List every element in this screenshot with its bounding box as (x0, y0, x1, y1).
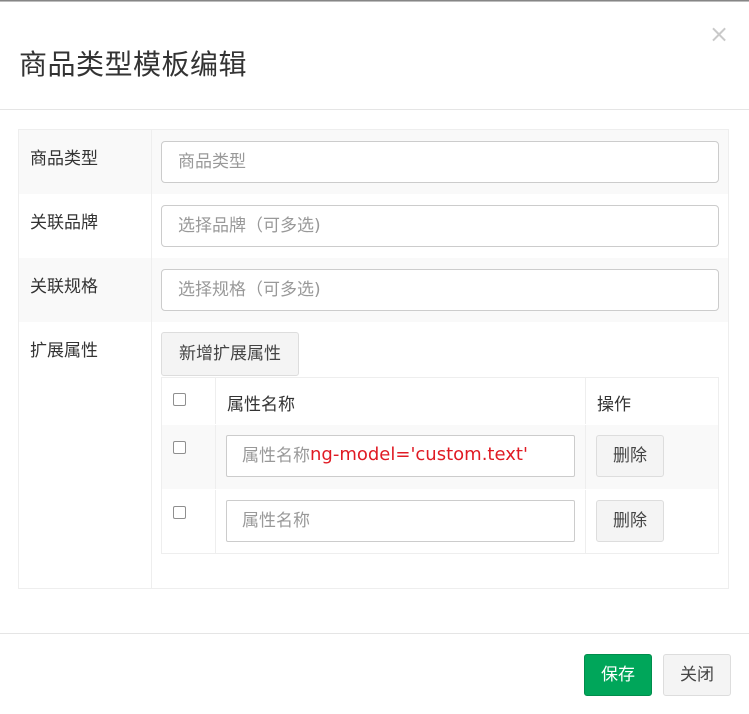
ext-attr-table: 属性名称 操作 ng-model='custom.text' (161, 377, 719, 554)
dialog-title: 商品类型模板编辑 (19, 48, 248, 81)
row-name-cell: ng-model='custom.text' (216, 425, 586, 489)
table-row: ng-model='custom.text' 删除 (162, 425, 718, 489)
edit-type-template-dialog: 商品类型模板编辑 × 商品类型 关联品牌 关联规格 扩展属 (0, 0, 749, 713)
dialog-header: 商品类型模板编辑 × (0, 2, 749, 110)
add-ext-attr-button[interactable]: 新增扩展属性 (161, 332, 299, 376)
save-button[interactable]: 保存 (584, 654, 652, 696)
attr-name-input[interactable] (226, 500, 575, 542)
type-label: 商品类型 (30, 149, 98, 169)
brand-label: 关联品牌 (30, 213, 98, 233)
row-checkbox[interactable] (173, 441, 186, 454)
label-cell: 关联品牌 (19, 194, 152, 258)
row-checkbox-cell (162, 425, 216, 489)
row-name-cell (216, 490, 586, 553)
brand-select-input[interactable] (161, 205, 719, 247)
form-row-type: 商品类型 (19, 130, 728, 194)
form-row-spec: 关联规格 (19, 258, 728, 322)
spec-select-input[interactable] (161, 269, 719, 311)
type-input[interactable] (161, 141, 719, 183)
label-cell: 关联规格 (19, 258, 152, 322)
form-row-extended-attributes: 扩展属性 新增扩展属性 属性名称 操作 属性名称 ng-model='custo… (19, 322, 728, 588)
delete-button[interactable]: 删除 (596, 435, 664, 477)
row-checkbox-cell (162, 490, 216, 553)
row-action-cell: 删除 (586, 425, 718, 489)
ext-attr-label: 扩展属性 (30, 341, 98, 361)
label-cell: 商品类型 (19, 130, 152, 194)
header-name-cell: 属性名称 (216, 378, 586, 424)
form-row-brand: 关联品牌 (19, 194, 728, 258)
table-row: 删除 (162, 490, 718, 553)
delete-button[interactable]: 删除 (596, 500, 664, 542)
close-icon[interactable]: × (709, 20, 729, 48)
close-button[interactable]: 关闭 (663, 654, 731, 696)
table-header-row: 属性名称 操作 (162, 378, 718, 424)
header-action-cell: 操作 (586, 378, 718, 424)
spec-label: 关联规格 (30, 277, 98, 297)
header-checkbox-cell (162, 378, 216, 424)
column-header-name: 属性名称 (227, 395, 295, 415)
dialog-footer: 保存 关闭 (0, 633, 749, 714)
ng-model-annotation: ng-model='custom.text' (310, 444, 528, 465)
label-cell: 扩展属性 (19, 322, 152, 588)
form-table: 商品类型 关联品牌 关联规格 扩展属性 新增扩展属性 (18, 129, 729, 589)
column-header-action: 操作 (597, 395, 631, 415)
row-checkbox[interactable] (173, 506, 186, 519)
row-action-cell: 删除 (586, 490, 718, 553)
select-all-checkbox[interactable] (173, 393, 186, 406)
